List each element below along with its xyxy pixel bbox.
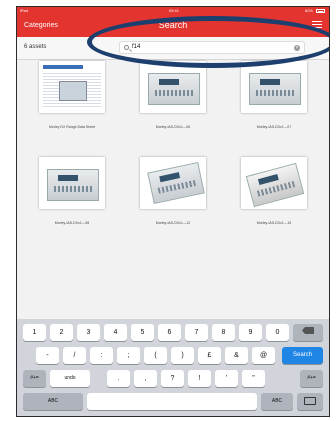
key-open-paren[interactable]: ( xyxy=(144,347,167,364)
panel-thumbnail xyxy=(39,157,105,209)
keyboard-icon xyxy=(304,397,316,406)
key-8[interactable]: 8 xyxy=(212,324,235,341)
backspace-icon xyxy=(302,327,314,334)
asset-grid: Morley DX Range Data Sheet Morley-IAS-DX… xyxy=(17,59,329,319)
key-question[interactable]: ? xyxy=(161,370,184,387)
ipad-screen: iPad 09:41 82% Categories Search 6 asset… xyxy=(16,6,330,417)
asset-caption: Morley-IAS-DXc1---07 xyxy=(256,125,292,129)
asset-card[interactable]: Morley-IAS-DXc1---06 xyxy=(128,61,218,161)
keyboard-row-bottom: ABC ABC xyxy=(23,393,323,410)
key-semicolon[interactable]: ; xyxy=(117,347,140,364)
key-quote[interactable]: " xyxy=(242,370,265,387)
panel-thumbnail xyxy=(140,157,206,209)
shift-symbols-key-right[interactable]: #+= xyxy=(300,370,323,387)
keyboard-row-numbers: 1 2 3 4 5 6 7 8 9 0 xyxy=(23,324,323,341)
key-7[interactable]: 7 xyxy=(185,324,208,341)
key-4[interactable]: 4 xyxy=(104,324,127,341)
panel-thumbnail xyxy=(140,61,206,113)
search-value: f14 xyxy=(132,44,141,50)
page-title: Search xyxy=(158,20,188,30)
asset-card[interactable]: Morley-IAS-DXc1---12 xyxy=(128,157,218,257)
abc-key-right[interactable]: ABC xyxy=(261,393,293,410)
asset-card[interactable]: Morley-IAS-DXc1---08 xyxy=(27,157,117,257)
asset-caption: Morley-IAS-DXc1---06 xyxy=(155,125,191,129)
asset-card[interactable]: Morley-IAS-DXc1---07 xyxy=(229,61,319,161)
space-key[interactable] xyxy=(87,393,257,410)
key-period[interactable]: . xyxy=(107,370,130,387)
asset-caption: Morley-IAS-DXc1---12 xyxy=(155,221,191,225)
search-icon xyxy=(124,45,129,50)
asset-count: 6 assets xyxy=(24,44,47,50)
key-9[interactable]: 9 xyxy=(239,324,262,341)
key-at[interactable]: @ xyxy=(252,347,275,364)
hide-keyboard-key[interactable] xyxy=(297,393,323,410)
key-pound[interactable]: £ xyxy=(198,347,221,364)
key-1[interactable]: 1 xyxy=(23,324,46,341)
abc-key[interactable]: ABC xyxy=(23,393,83,410)
asset-card[interactable]: Morley DX Range Data Sheet xyxy=(27,61,117,161)
status-bar: iPad 09:41 82% xyxy=(17,7,329,15)
key-ampersand[interactable]: & xyxy=(225,347,248,364)
menu-icon[interactable] xyxy=(312,21,322,29)
document-thumbnail xyxy=(39,61,105,113)
key-apostrophe[interactable]: ' xyxy=(215,370,238,387)
asset-card[interactable]: Morley-IAS-DXc1---15 xyxy=(229,157,319,257)
backspace-key[interactable] xyxy=(293,324,323,341)
keyboard-row-punctuation: #+= undo . , ? ! ' " #+= xyxy=(23,370,323,387)
search-toolbar: 6 assets f14 × xyxy=(17,37,329,60)
keyboard-row-symbols: - / : ; ( ) £ & @ Search xyxy=(23,347,323,364)
key-3[interactable]: 3 xyxy=(77,324,100,341)
key-hyphen[interactable]: - xyxy=(36,347,59,364)
key-0[interactable]: 0 xyxy=(266,324,289,341)
key-colon[interactable]: : xyxy=(90,347,113,364)
battery-percent: 82% xyxy=(304,8,313,13)
clear-icon[interactable]: × xyxy=(294,45,300,51)
shift-symbols-key[interactable]: #+= xyxy=(23,370,46,387)
panel-thumbnail xyxy=(241,157,307,209)
navigation-bar: iPad 09:41 82% Categories Search xyxy=(17,7,329,37)
panel-thumbnail xyxy=(241,61,307,113)
asset-caption: Morley DX Range Data Sheet xyxy=(48,125,96,129)
undo-key[interactable]: undo xyxy=(50,370,90,387)
search-key[interactable]: Search xyxy=(282,347,323,364)
carrier: iPad xyxy=(20,8,29,13)
asset-caption: Morley-IAS-DXc1---15 xyxy=(256,221,292,225)
key-5[interactable]: 5 xyxy=(131,324,154,341)
key-6[interactable]: 6 xyxy=(158,324,181,341)
clock: 09:41 xyxy=(168,8,179,13)
battery-icon xyxy=(316,9,325,13)
asset-caption: Morley-IAS-DXc1---08 xyxy=(54,221,90,225)
search-input[interactable]: f14 × xyxy=(119,41,305,54)
key-comma[interactable]: , xyxy=(134,370,157,387)
key-exclamation[interactable]: ! xyxy=(188,370,211,387)
key-slash[interactable]: / xyxy=(63,347,86,364)
key-2[interactable]: 2 xyxy=(50,324,73,341)
on-screen-keyboard: 1 2 3 4 5 6 7 8 9 0 - / : ; ( ) £ & @ Se… xyxy=(17,319,329,416)
key-close-paren[interactable]: ) xyxy=(171,347,194,364)
